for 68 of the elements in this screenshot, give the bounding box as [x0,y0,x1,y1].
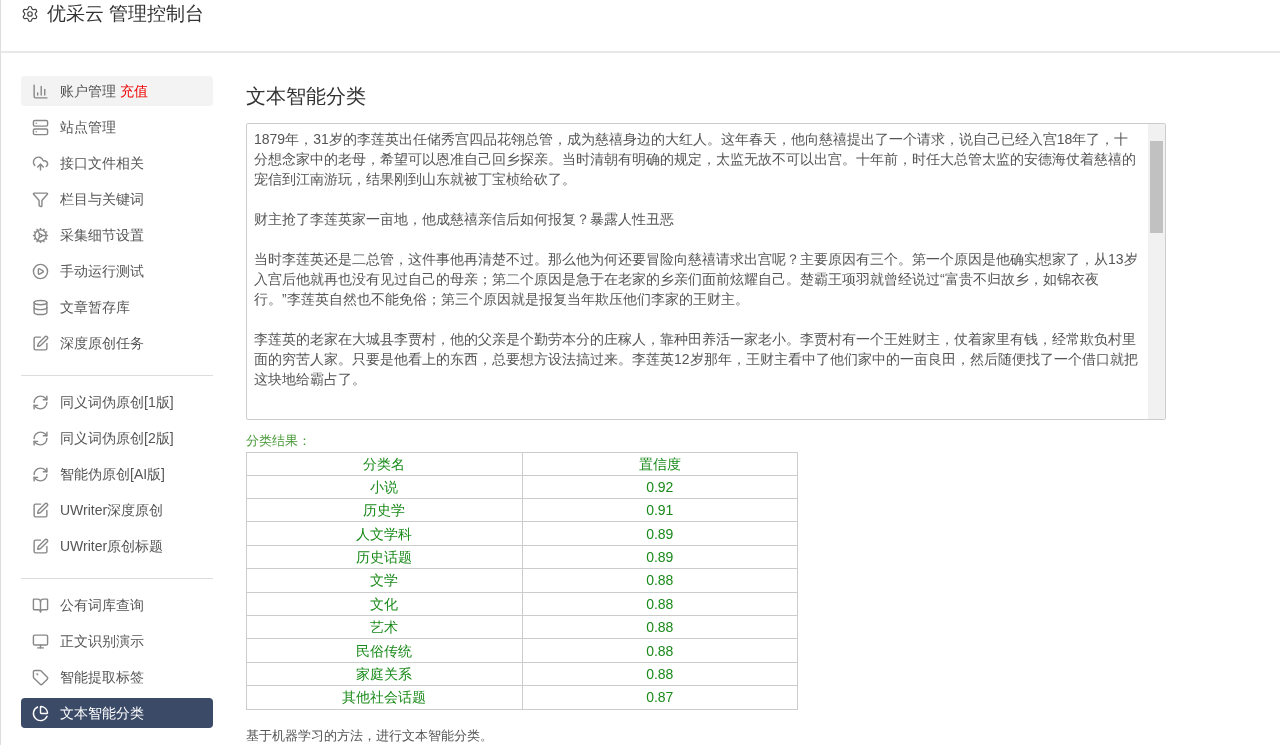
settings-icon[interactable] [21,5,39,23]
database-icon [32,298,49,316]
edit-icon [32,501,49,519]
tag-icon [32,668,49,686]
table-cell: 0.87 [522,685,798,709]
table-cell: 0.88 [522,592,798,616]
bar-chart-icon [32,82,49,100]
column-header: 置信度 [522,452,798,476]
sidebar-item[interactable]: 站点管理 [21,112,213,142]
table-cell: 0.88 [522,662,798,686]
pie-chart-icon [32,704,49,722]
text-area[interactable] [246,123,1166,420]
table-cell: 0.88 [522,638,798,663]
table-cell: 家庭关系 [246,662,522,686]
sidebar-item[interactable]: 同义词伪原创[2版] [21,423,213,453]
scrollbar[interactable] [1148,124,1165,419]
play-icon [32,262,49,280]
table-cell: 艺术 [246,615,522,639]
sidebar-item[interactable]: 深度原创任务 [21,328,213,358]
refresh-icon [32,393,49,411]
page-title: 文本智能分类 [246,84,366,109]
filter-icon [32,190,49,208]
sidebar-item[interactable]: UWriter深度原创 [21,495,213,525]
sidebar-item[interactable]: 栏目与关键词 [21,184,213,214]
refresh-icon [32,429,49,447]
cloud-upload-icon [32,154,49,172]
monitor-icon [32,632,49,650]
result-label: 分类结果： [246,431,311,450]
book-icon [32,596,49,614]
recharge-link[interactable]: 充值 [120,80,148,102]
table-cell: 0.91 [522,498,798,522]
description-text: 基于机器学习的方法，进行文本智能分类。 [246,726,493,745]
text-paragraph: 财主抢了李莲英家一亩地，他成慈禧亲信后如何报复？暴露人性丑恶 [254,210,675,229]
table-cell: 小说 [246,475,522,499]
table-cell: 民俗传统 [246,638,522,663]
table-cell: 其他社会话题 [246,685,522,709]
column-header: 分类名 [246,452,522,476]
table-cell: 人文学科 [246,521,522,546]
table-cell: 历史话题 [246,545,522,569]
sidebar-item[interactable]: UWriter原创标题 [21,531,213,561]
refresh-icon [32,465,49,483]
console-title: 优采云 管理控制台 [47,3,205,25]
table-cell: 0.88 [522,615,798,639]
table-cell: 0.89 [522,521,798,546]
text-paragraph: 1879年，31岁的李莲英出任储秀宫四品花翎总管，成为慈禧身边的大红人。这年春天，他向慈禧提出了一个请求，说自己已经入宫18年了，十分想念家中的老母，希望可以恩准自己回乡探亲。当时清朝有明确的规定，太监无故不可以出宫。十年前，时任大总管太监的安德海仗着慈禧的宠信到江南游玩，结果刚到山东就被丁宝桢给砍了。 [254,130,1137,189]
table-cell: 0.88 [522,568,798,593]
sidebar-item[interactable]: 文章暂存库 [21,292,213,322]
server-icon [32,118,49,136]
sidebar-item[interactable]: 正文识别演示 [21,626,213,656]
edit-icon [32,334,49,352]
table-cell: 0.89 [522,545,798,569]
sidebar-item[interactable]: 智能伪原创[AI版] [21,459,213,489]
table-cell: 历史学 [246,498,522,522]
edit-icon [32,537,49,555]
sidebar-item[interactable]: 公有词库查询 [21,590,213,620]
sidebar-item[interactable]: 智能提取标签 [21,662,213,692]
sidebar-item[interactable]: 接口文件相关 [21,148,213,178]
text-paragraph: 李莲英的老家在大城县李贾村，他的父亲是个勤劳本分的庄稼人，靠种田养活一家老小。李贾村有一个王姓财主，仗着家里有钱，经常欺负村里面的穷苦人家。只要是他看上的东西，总要想方设法搞过来。李莲英12岁那年，王财主看中了他们家中的一亩良田，然后随便找了一个借口就把这块地给霸占了。 [254,330,1138,389]
table-cell: 文学 [246,568,522,593]
text-paragraph: 当时李莲英还是二总管，这件事他再清楚不过。那么他为何还要冒险向慈禧请求出宫呢？主要原因有三个。第一个原因是他确实想家了，从13岁入宫后他就再也没有见过自己的母亲；第二个原因是急于在老家的乡亲们面前炫耀自己。楚霸王项羽就曾经说过“富贵不归故乡，如锦衣夜行。”李莲英自然也不能免俗；第三个原因就是报复当年欺压他们李家的王财主。 [254,250,1138,309]
table-cell: 0.92 [522,475,798,499]
sidebar-item[interactable]: 文本智能分类 [21,698,213,728]
gears-icon [32,226,49,244]
table-cell: 文化 [246,592,522,616]
sidebar-item[interactable]: 采集细节设置 [21,220,213,250]
sidebar-item[interactable]: 同义词伪原创[1版] [21,387,213,417]
sidebar-item[interactable]: 手动运行测试 [21,256,213,286]
sidebar-item[interactable]: 账户管理 充值 [21,76,213,106]
